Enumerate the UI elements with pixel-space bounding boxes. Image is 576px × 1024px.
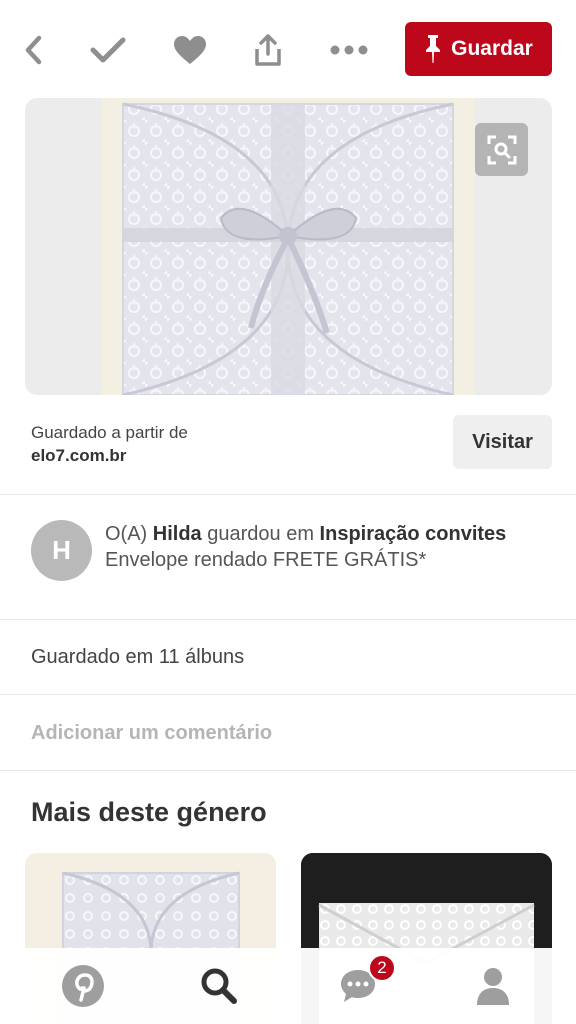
like-button[interactable] bbox=[168, 28, 212, 72]
visit-button[interactable]: Visitar bbox=[453, 415, 552, 469]
checkmark-icon bbox=[90, 37, 126, 63]
source-label: Guardado a partir de bbox=[31, 423, 188, 442]
more-options-button[interactable] bbox=[327, 28, 371, 72]
divider bbox=[0, 694, 576, 695]
nav-search[interactable] bbox=[193, 960, 245, 1012]
heart-icon bbox=[174, 36, 206, 64]
top-toolbar: Guardar bbox=[0, 0, 576, 98]
person-icon bbox=[477, 968, 509, 1005]
mark-done-button[interactable] bbox=[86, 28, 130, 72]
pin-image[interactable] bbox=[25, 98, 552, 395]
pushpin-icon bbox=[424, 34, 442, 64]
visual-search-button[interactable] bbox=[475, 123, 528, 176]
saved-in-albums[interactable]: Guardado em 11 álbuns bbox=[31, 646, 244, 669]
saved-by-text: O(A) Hilda guardou em Inspiração convite… bbox=[105, 521, 545, 573]
messages-badge: 2 bbox=[368, 954, 396, 982]
nav-profile[interactable] bbox=[467, 960, 519, 1012]
source-info: Guardado a partir de elo7.com.br bbox=[31, 422, 188, 468]
avatar[interactable]: H bbox=[31, 520, 92, 581]
saved-by-user[interactable]: Hilda bbox=[153, 523, 202, 545]
saved-board-name[interactable]: Inspiração convites bbox=[320, 523, 507, 545]
divider bbox=[0, 770, 576, 771]
pin-description: Envelope rendado FRETE GRÁTIS* bbox=[105, 549, 427, 571]
share-icon bbox=[255, 34, 281, 66]
search-icon bbox=[201, 968, 237, 1004]
envelope-photo bbox=[101, 98, 475, 395]
add-comment-input[interactable]: Adicionar um comentário bbox=[31, 722, 272, 745]
ellipsis-icon bbox=[330, 45, 368, 55]
share-button[interactable] bbox=[246, 28, 290, 72]
visual-search-icon bbox=[487, 135, 516, 164]
source-domain[interactable]: elo7.com.br bbox=[31, 444, 188, 468]
divider bbox=[0, 619, 576, 620]
bottom-navigation bbox=[0, 948, 576, 1024]
save-button[interactable]: Guardar bbox=[405, 22, 552, 76]
divider bbox=[0, 494, 576, 495]
back-button[interactable] bbox=[12, 28, 56, 72]
nav-home[interactable] bbox=[57, 960, 109, 1012]
more-like-this-heading: Mais deste género bbox=[31, 797, 267, 827]
pinterest-logo-icon bbox=[62, 965, 104, 1007]
save-button-label: Guardar bbox=[451, 37, 533, 60]
saved-by-middle: guardou em bbox=[201, 523, 320, 545]
chevron-left-icon bbox=[25, 35, 42, 65]
saved-by-prefix: O(A) bbox=[105, 523, 153, 545]
